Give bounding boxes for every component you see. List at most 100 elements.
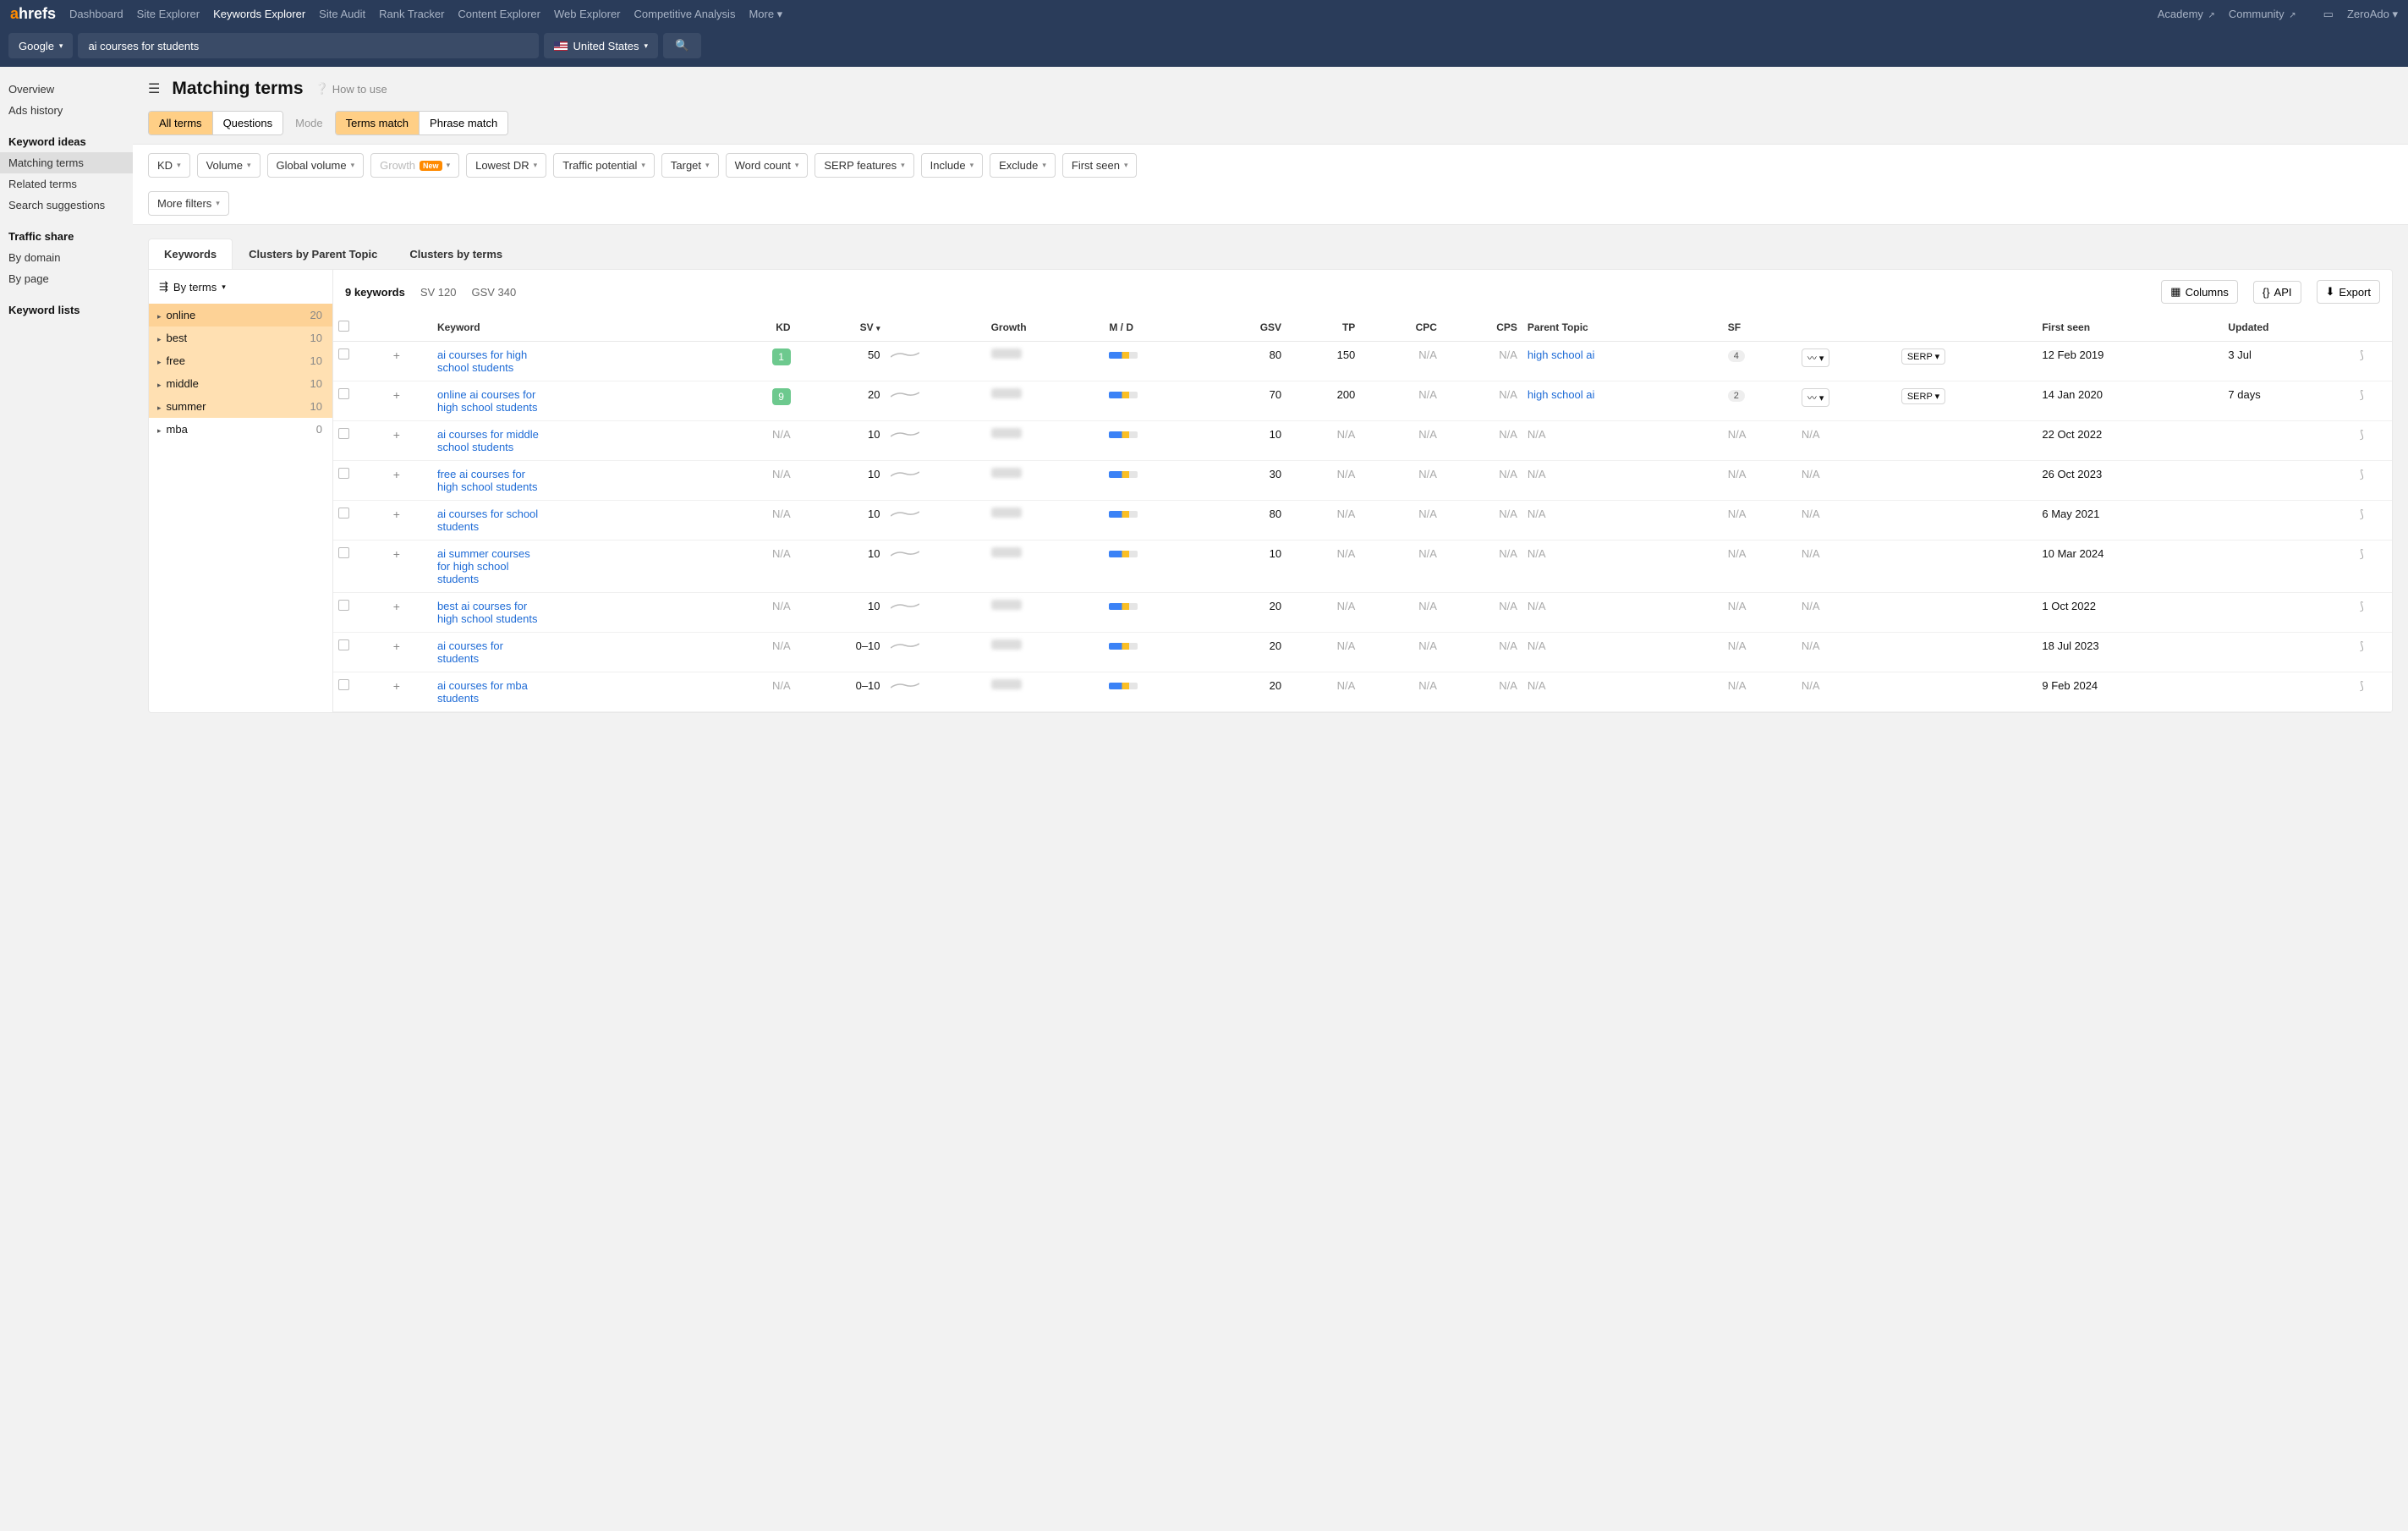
display-icon[interactable]: ▭ <box>2323 8 2334 21</box>
mode-questions[interactable]: Questions <box>213 112 283 134</box>
row-checkbox[interactable] <box>338 679 349 690</box>
tab-clusters-by-terms[interactable]: Clusters by terms <box>393 239 518 269</box>
row-checkbox[interactable] <box>338 639 349 650</box>
user-menu[interactable]: ZeroAdo ▾ <box>2347 8 2398 21</box>
row-checkbox[interactable] <box>338 388 349 399</box>
refresh-icon[interactable]: ⟆ <box>2360 428 2364 441</box>
mode-phrase-match[interactable]: Phrase match <box>420 112 507 134</box>
expand-icon[interactable]: + <box>393 679 400 693</box>
th-updated[interactable]: Updated <box>2223 314 2354 342</box>
sidebar-item-by-domain[interactable]: By domain <box>0 247 133 268</box>
expand-icon[interactable]: + <box>393 468 400 481</box>
keyword-link[interactable]: ai courses for students <box>437 639 539 665</box>
columns-button[interactable]: ▦Columns <box>2161 280 2238 304</box>
nav-dashboard[interactable]: Dashboard <box>69 8 123 20</box>
th-kd[interactable]: KD <box>721 314 796 342</box>
filter-traffic-potential[interactable]: Traffic potential ▾ <box>553 153 655 178</box>
sidebar-item-search-suggestions[interactable]: Search suggestions <box>0 195 133 216</box>
th-sv[interactable]: SV ▾ <box>796 314 886 342</box>
parent-topic-link[interactable]: high school ai <box>1528 348 1595 361</box>
refresh-icon[interactable]: ⟆ <box>2360 388 2364 401</box>
nav-more[interactable]: More ▾ <box>749 8 782 20</box>
nav-web-explorer[interactable]: Web Explorer <box>554 8 621 20</box>
expand-icon[interactable]: + <box>393 547 400 561</box>
sidebar-item-matching-terms[interactable]: Matching terms <box>0 152 133 173</box>
th-sf[interactable]: SF <box>1723 314 1796 342</box>
keyword-link[interactable]: ai summer courses for high school studen… <box>437 547 539 585</box>
sidebar-item-ads-history[interactable]: Ads history <box>0 100 133 121</box>
filter-include[interactable]: Include ▾ <box>921 153 983 178</box>
th-cpc[interactable]: CPC <box>1360 314 1442 342</box>
row-checkbox[interactable] <box>338 600 349 611</box>
export-button[interactable]: ⬇Export <box>2317 280 2380 304</box>
menu-icon[interactable]: ☰ <box>148 80 160 97</box>
nav-academy[interactable]: Academy ↗ <box>2158 8 2215 20</box>
row-checkbox[interactable] <box>338 468 349 479</box>
keyword-search-input[interactable] <box>78 33 539 58</box>
refresh-icon[interactable]: ⟆ <box>2360 639 2364 652</box>
brand-logo[interactable]: ahrefs <box>10 5 56 23</box>
serp-button[interactable]: SERP ▾ <box>1901 388 1945 404</box>
sidebar-item-related-terms[interactable]: Related terms <box>0 173 133 195</box>
filter-target[interactable]: Target ▾ <box>661 153 719 178</box>
filter-word-count[interactable]: Word count ▾ <box>726 153 809 178</box>
th-cps[interactable]: CPS <box>1442 314 1522 342</box>
expand-icon[interactable]: + <box>393 508 400 521</box>
filter-global-volume[interactable]: Global volume ▾ <box>267 153 365 178</box>
expand-icon[interactable]: + <box>393 388 400 402</box>
refresh-icon[interactable]: ⟆ <box>2360 348 2364 361</box>
select-all-checkbox[interactable] <box>338 321 349 332</box>
keyword-link[interactable]: ai courses for high school students <box>437 348 539 374</box>
serp-button[interactable]: SERP ▾ <box>1901 348 1945 365</box>
row-checkbox[interactable] <box>338 547 349 558</box>
term-summer[interactable]: ▸summer10 <box>149 395 332 418</box>
filter-volume[interactable]: Volume ▾ <box>197 153 261 178</box>
nav-rank-tracker[interactable]: Rank Tracker <box>379 8 444 20</box>
search-engine-select[interactable]: Google ▾ <box>8 33 73 58</box>
how-to-use-link[interactable]: ❔How to use <box>315 82 387 96</box>
expand-icon[interactable]: + <box>393 639 400 653</box>
row-checkbox[interactable] <box>338 348 349 359</box>
refresh-icon[interactable]: ⟆ <box>2360 508 2364 520</box>
api-button[interactable]: {}API <box>2253 281 2301 304</box>
filter-growth[interactable]: Growth New ▾ <box>370 153 459 178</box>
tab-keywords[interactable]: Keywords <box>148 239 233 269</box>
th-parent-topic[interactable]: Parent Topic <box>1522 314 1723 342</box>
refresh-icon[interactable]: ⟆ <box>2360 547 2364 560</box>
row-checkbox[interactable] <box>338 428 349 439</box>
mode-terms-match[interactable]: Terms match <box>336 112 420 134</box>
filter-serp-features[interactable]: SERP features ▾ <box>815 153 913 178</box>
row-checkbox[interactable] <box>338 508 349 519</box>
term-middle[interactable]: ▸middle10 <box>149 372 332 395</box>
th-tp[interactable]: TP <box>1286 314 1360 342</box>
nav-site-explorer[interactable]: Site Explorer <box>137 8 200 20</box>
nav-content-explorer[interactable]: Content Explorer <box>458 8 540 20</box>
keyword-link[interactable]: ai courses for mba students <box>437 679 539 705</box>
nav-site-audit[interactable]: Site Audit <box>319 8 365 20</box>
trend-button[interactable]: 〰 ▾ <box>1802 388 1830 407</box>
refresh-icon[interactable]: ⟆ <box>2360 600 2364 612</box>
expand-icon[interactable]: + <box>393 348 400 362</box>
term-online[interactable]: ▸online20 <box>149 304 332 327</box>
country-select[interactable]: United States ▾ <box>544 33 658 58</box>
th-gsv[interactable]: GSV <box>1204 314 1286 342</box>
filter-exclude[interactable]: Exclude ▾ <box>990 153 1056 178</box>
th-keyword[interactable]: Keyword <box>432 314 721 342</box>
search-button[interactable]: 🔍 <box>663 33 701 58</box>
th-growth[interactable]: Growth <box>986 314 1105 342</box>
nav-competitive-analysis[interactable]: Competitive Analysis <box>634 8 736 20</box>
filter-more-filters[interactable]: More filters ▾ <box>148 191 229 216</box>
filter-kd[interactable]: KD ▾ <box>148 153 190 178</box>
sidebar-item-overview[interactable]: Overview <box>0 79 133 100</box>
term-mba[interactable]: ▸mba0 <box>149 418 332 441</box>
keyword-link[interactable]: ai courses for middle school students <box>437 428 539 453</box>
filter-first-seen[interactable]: First seen ▾ <box>1062 153 1138 178</box>
refresh-icon[interactable]: ⟆ <box>2360 468 2364 480</box>
trend-button[interactable]: 〰 ▾ <box>1802 348 1830 367</box>
keyword-link[interactable]: best ai courses for high school students <box>437 600 539 625</box>
nav-community[interactable]: Community ↗ <box>2229 8 2296 20</box>
keyword-link[interactable]: ai courses for school students <box>437 508 539 533</box>
expand-icon[interactable]: + <box>393 600 400 613</box>
term-free[interactable]: ▸free10 <box>149 349 332 372</box>
parent-topic-link[interactable]: high school ai <box>1528 388 1595 401</box>
